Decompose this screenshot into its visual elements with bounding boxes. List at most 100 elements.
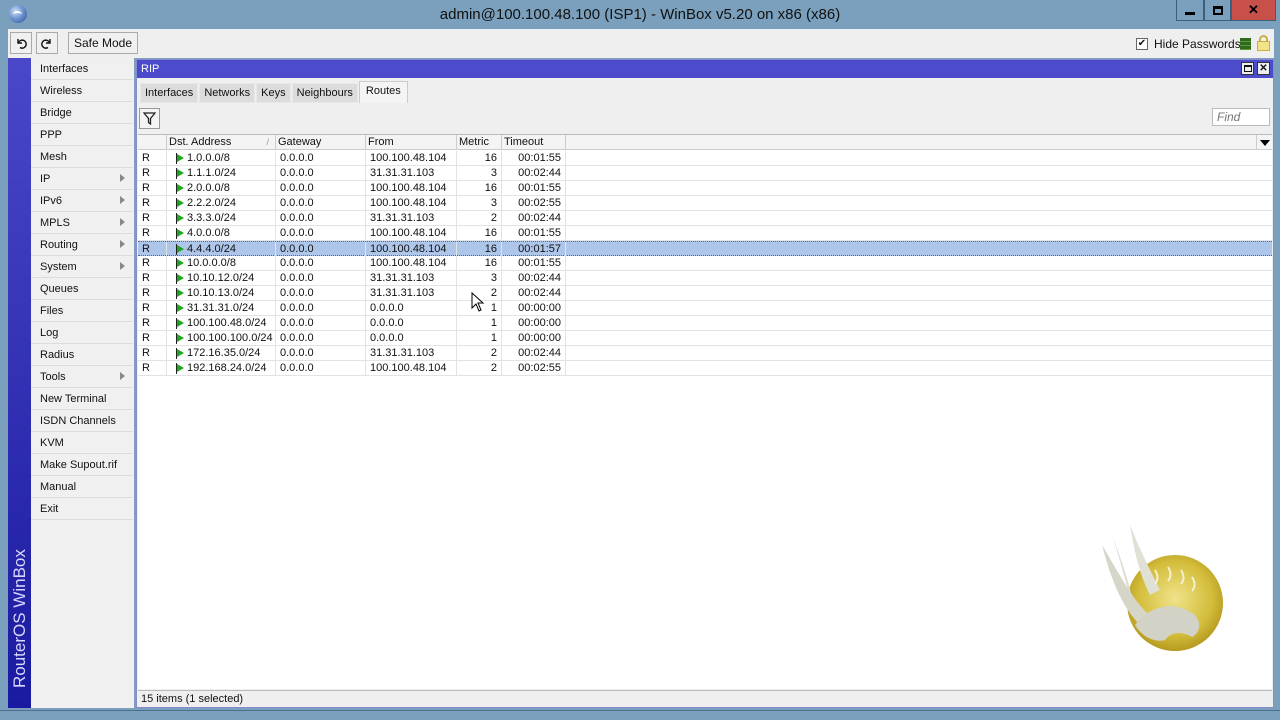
table-row[interactable]: R 10.0.0.0/8 0.0.0.0 100.100.48.104 16 00:01:… <box>138 256 1272 271</box>
cell-value: 00:00:00 <box>518 317 561 329</box>
table-row[interactable]: R 2.0.0.0/8 0.0.0.0 100.100.48.104 16 00:01:5… <box>138 181 1272 196</box>
sidebar-item-mesh[interactable]: Mesh <box>31 146 133 168</box>
undo-button[interactable] <box>10 32 32 54</box>
cell-gateway: 0.0.0.0 <box>276 361 366 376</box>
cell-flag: R <box>138 196 167 211</box>
cell-value: 2 <box>490 287 497 299</box>
cell-flag: R <box>138 211 167 226</box>
cell-value: 1 <box>490 317 497 329</box>
route-active-flag-icon <box>176 318 184 329</box>
table-row[interactable]: R 2.2.2.0/24 0.0.0.0 100.100.48.104 3 00:02:5… <box>138 196 1272 211</box>
submenu-arrow-icon <box>120 196 125 204</box>
sidebar-item-make-supout-rif[interactable]: Make Supout.rif <box>31 454 133 476</box>
route-active-flag-icon <box>176 198 184 209</box>
cell-value: 100.100.48.104 <box>370 227 447 239</box>
sidebar-item-system[interactable]: System <box>31 256 133 278</box>
tab-networks[interactable]: Networks <box>199 83 256 103</box>
tab-keys[interactable]: Keys <box>256 83 291 103</box>
submenu-arrow-icon <box>120 174 125 182</box>
sidebar-item-exit[interactable]: Exit <box>31 498 133 520</box>
cell-from: 100.100.48.104 <box>366 226 457 241</box>
filter-button[interactable] <box>139 108 160 129</box>
table-row[interactable]: R 100.100.100.0/24 0.0.0.0 0.0.0.0 1 00:00:00 <box>138 331 1272 346</box>
cell-flag: R <box>138 331 167 346</box>
hide-passwords-checkbox[interactable]: ✔ <box>1136 38 1148 50</box>
sidebar-item-ip[interactable]: IP <box>31 168 133 190</box>
sidebar-item-tools[interactable]: Tools <box>31 366 133 388</box>
cell-value: 1.1.1.0/24 <box>187 167 236 179</box>
cell-value: 00:02:44 <box>518 212 561 224</box>
column-header-gateway[interactable]: Gateway <box>276 135 366 150</box>
hide-passwords-toggle[interactable]: ✔ Hide Passwords <box>1136 37 1241 51</box>
cell-value: 0.0.0.0 <box>280 197 314 209</box>
cell-timeout: 00:01:55 <box>502 256 566 271</box>
find-input[interactable] <box>1212 108 1270 126</box>
sidebar-item-interfaces[interactable]: Interfaces <box>31 58 133 80</box>
rip-window-titlebar: RIP ✕ <box>137 60 1273 78</box>
table-row[interactable]: R 3.3.3.0/24 0.0.0.0 31.31.31.103 2 00:02:44 <box>138 211 1272 226</box>
table-row[interactable]: R 4.0.0.0/8 0.0.0.0 100.100.48.104 16 00:01:5… <box>138 226 1272 241</box>
tab-interfaces[interactable]: Interfaces <box>140 83 199 103</box>
route-active-flag-icon <box>176 168 184 179</box>
sidebar-item-ipv6[interactable]: IPv6 <box>31 190 133 212</box>
cell-timeout: 00:01:55 <box>502 226 566 241</box>
table-row[interactable]: R 100.100.48.0/24 0.0.0.0 0.0.0.0 1 00:00:00 <box>138 316 1272 331</box>
rip-restore-button[interactable] <box>1241 62 1254 75</box>
column-menu-button[interactable] <box>1256 135 1272 150</box>
sidebar-item-label: System <box>40 261 77 273</box>
cell-value: 3 <box>490 167 497 179</box>
sidebar-item-isdn-channels[interactable]: ISDN Channels <box>31 410 133 432</box>
cell-flag: R <box>138 346 167 361</box>
sidebar-item-label: Routing <box>40 239 78 251</box>
safe-mode-button[interactable]: Safe Mode <box>68 32 138 54</box>
cell-timeout: 00:02:44 <box>502 346 566 361</box>
sidebar-item-files[interactable]: Files <box>31 300 133 322</box>
table-row[interactable]: R 31.31.31.0/24 0.0.0.0 0.0.0.0 1 00:00:00 <box>138 301 1272 316</box>
redo-icon <box>41 39 51 49</box>
table-row[interactable]: R 1.1.1.0/24 0.0.0.0 31.31.31.103 3 00:02:44 <box>138 166 1272 181</box>
maximize-button[interactable] <box>1204 0 1231 21</box>
cell-flag: R <box>138 181 167 196</box>
sidebar-item-kvm[interactable]: KVM <box>31 432 133 454</box>
column-header-from[interactable]: From <box>366 135 457 150</box>
sidebar-item-radius[interactable]: Radius <box>31 344 133 366</box>
cell-gateway: 0.0.0.0 <box>276 256 366 271</box>
tab-routes[interactable]: Routes <box>358 81 408 103</box>
redo-button[interactable] <box>36 32 58 54</box>
sidebar-item-bridge[interactable]: Bridge <box>31 102 133 124</box>
cell-dst: 3.3.3.0/24 <box>167 211 276 226</box>
table-row[interactable]: R 192.168.24.0/24 0.0.0.0 100.100.48.104 2 00… <box>138 361 1272 376</box>
submenu-arrow-icon <box>120 240 125 248</box>
sidebar-item-wireless[interactable]: Wireless <box>31 80 133 102</box>
column-header-dst-address[interactable]: Dst. Address / <box>167 135 276 150</box>
table-row[interactable]: R 10.10.12.0/24 0.0.0.0 31.31.31.103 3 00:02:… <box>138 271 1272 286</box>
cell-value: R <box>142 302 150 314</box>
sidebar-item-mpls[interactable]: MPLS <box>31 212 133 234</box>
cell-value: 00:02:44 <box>518 347 561 359</box>
cell-value: 0.0.0.0 <box>280 243 314 255</box>
cell-dst: 1.0.0.0/8 <box>167 151 276 166</box>
column-header-timeout[interactable]: Timeout <box>502 135 566 150</box>
rip-window-title: RIP <box>141 63 160 75</box>
sidebar-item-ppp[interactable]: PPP <box>31 124 133 146</box>
table-row[interactable]: R 1.0.0.0/8 0.0.0.0 100.100.48.104 16 00:01:5… <box>138 151 1272 166</box>
cell-value: R <box>142 182 150 194</box>
minimize-button[interactable] <box>1176 0 1204 21</box>
close-icon: ✕ <box>1248 2 1259 17</box>
cell-value: R <box>142 212 150 224</box>
sidebar-item-log[interactable]: Log <box>31 322 133 344</box>
sidebar-item-manual[interactable]: Manual <box>31 476 133 498</box>
column-header-metric[interactable]: Metric <box>457 135 502 150</box>
rip-close-button[interactable]: ✕ <box>1257 62 1270 75</box>
sidebar-item-new-terminal[interactable]: New Terminal <box>31 388 133 410</box>
sidebar-item-routing[interactable]: Routing <box>31 234 133 256</box>
column-header-flags[interactable] <box>138 135 167 150</box>
table-row[interactable]: R 4.4.4.0/24 0.0.0.0 100.100.48.104 16 00:01:… <box>138 241 1272 257</box>
cell-value: 0.0.0.0 <box>280 302 314 314</box>
close-button[interactable]: ✕ <box>1231 0 1276 21</box>
cell-from: 0.0.0.0 <box>366 316 457 331</box>
table-row[interactable]: R 172.16.35.0/24 0.0.0.0 31.31.31.103 2 00:02… <box>138 346 1272 361</box>
sidebar-item-queues[interactable]: Queues <box>31 278 133 300</box>
tab-neighbours[interactable]: Neighbours <box>291 83 358 103</box>
table-row[interactable]: R 10.10.13.0/24 0.0.0.0 31.31.31.103 2 00:02:… <box>138 286 1272 301</box>
